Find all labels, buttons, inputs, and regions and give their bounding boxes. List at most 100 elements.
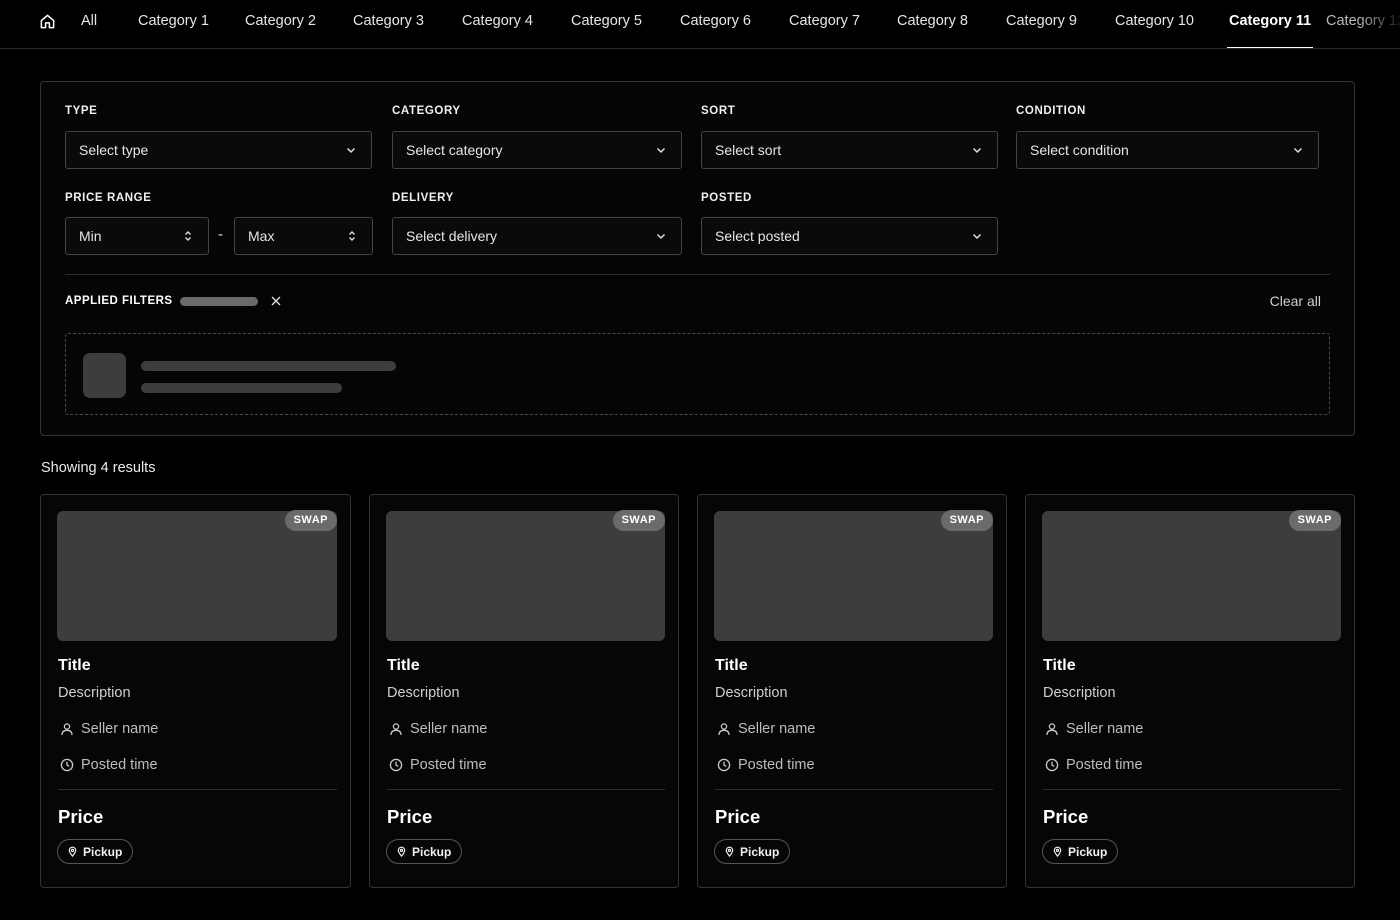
tab-category-7[interactable]: Category 7 — [789, 0, 860, 48]
home-button[interactable] — [38, 12, 56, 30]
posted-time: Posted time — [81, 757, 158, 773]
filter-divider — [65, 274, 1330, 275]
listing-title[interactable]: Title — [1043, 657, 1076, 675]
seller-name: Seller name — [1066, 721, 1144, 737]
sort-label: SORT — [701, 105, 736, 117]
clock-icon — [717, 758, 731, 772]
filter-panel: TYPE Select type CATEGORY Select categor… — [40, 81, 1355, 436]
posted-select-value: Select posted — [715, 228, 800, 244]
tab-category-10[interactable]: Category 10 — [1115, 0, 1194, 48]
seller-name: Seller name — [81, 721, 159, 737]
delivery-method: Pickup — [1068, 844, 1108, 859]
listing-price: Price — [387, 806, 433, 827]
tab-category-1[interactable]: Category 1 — [138, 0, 209, 48]
listing-price: Price — [715, 806, 761, 827]
posted-row: Posted time — [389, 757, 487, 773]
pickup-tag: Pickup — [386, 839, 463, 864]
price-range-label: PRICE RANGE — [65, 192, 152, 204]
saved-search-placeholder — [65, 333, 1330, 415]
listing-card[interactable]: SWAP Title Description Seller name Poste… — [369, 494, 679, 888]
category-select[interactable]: Select category — [392, 131, 682, 169]
posted-select[interactable]: Select posted — [701, 217, 998, 255]
clock-icon — [389, 758, 403, 772]
user-icon — [61, 723, 73, 736]
listing-title[interactable]: Title — [715, 657, 748, 675]
price-min-value: Min — [79, 228, 102, 244]
tab-category-5[interactable]: Category 5 — [571, 0, 642, 48]
price-min-input[interactable]: Min — [65, 217, 209, 255]
clear-all-button[interactable]: Clear all — [1270, 293, 1321, 309]
chevron-down-icon — [972, 147, 982, 154]
tab-category-3[interactable]: Category 3 — [353, 0, 424, 48]
listing-card[interactable]: SWAP Title Description Seller name Poste… — [1025, 494, 1355, 888]
posted-label: POSTED — [701, 192, 752, 204]
delivery-method: Pickup — [83, 844, 123, 859]
stepper-icon[interactable] — [182, 230, 194, 242]
results-count: Showing 4 results — [41, 460, 156, 476]
chevron-down-icon — [1293, 147, 1303, 154]
card-divider — [1043, 789, 1341, 790]
listing-description: Description — [387, 685, 460, 701]
delivery-label: DELIVERY — [392, 192, 454, 204]
applied-filters-label: APPLIED FILTERS — [65, 295, 173, 307]
pickup-tag: Pickup — [714, 839, 791, 864]
tab-category-6[interactable]: Category 6 — [680, 0, 751, 48]
applied-filter-chip[interactable] — [180, 297, 258, 306]
tab-category-2[interactable]: Category 2 — [245, 0, 316, 48]
seller-name: Seller name — [410, 721, 488, 737]
skeleton-thumbnail — [83, 353, 126, 398]
delivery-method: Pickup — [412, 844, 452, 859]
close-icon[interactable] — [269, 294, 283, 308]
clock-icon — [1045, 758, 1059, 772]
seller-name: Seller name — [738, 721, 816, 737]
type-select-value: Select type — [79, 142, 149, 158]
category-nav: All Category 1 Category 2 Category 3 Cat… — [0, 0, 1400, 49]
user-icon — [390, 723, 402, 736]
seller-row: Seller name — [717, 721, 815, 737]
card-divider — [387, 789, 665, 790]
pickup-tag: Pickup — [57, 839, 134, 864]
seller-row: Seller name — [1045, 721, 1143, 737]
user-icon — [1046, 723, 1058, 736]
swap-badge: SWAP — [940, 510, 993, 531]
listing-price: Price — [1043, 806, 1089, 827]
posted-row: Posted time — [60, 757, 158, 773]
swap-badge: SWAP — [284, 510, 337, 531]
posted-time: Posted time — [410, 757, 487, 773]
posted-row: Posted time — [1045, 757, 1143, 773]
skeleton-line — [141, 361, 396, 371]
seller-row: Seller name — [389, 721, 487, 737]
sort-select[interactable]: Select sort — [701, 131, 998, 169]
swap-badge: SWAP — [612, 510, 665, 531]
location-pin-icon — [397, 846, 406, 857]
stepper-icon[interactable] — [346, 230, 358, 242]
type-select[interactable]: Select type — [65, 131, 372, 169]
price-range-separator: - — [218, 226, 223, 243]
tab-category-12[interactable]: Category 12 — [1326, 0, 1400, 48]
condition-label: CONDITION — [1016, 105, 1086, 117]
skeleton-line — [141, 383, 342, 393]
seller-row: Seller name — [60, 721, 158, 737]
location-pin-icon — [1053, 846, 1062, 857]
delivery-select[interactable]: Select delivery — [392, 217, 682, 255]
listing-title[interactable]: Title — [387, 657, 420, 675]
condition-select[interactable]: Select condition — [1016, 131, 1319, 169]
user-icon — [718, 723, 730, 736]
category-label: CATEGORY — [392, 105, 461, 117]
posted-time: Posted time — [1066, 757, 1143, 773]
listing-description: Description — [1043, 685, 1116, 701]
listing-card[interactable]: SWAP Title Description Seller name Poste… — [40, 494, 351, 888]
tab-category-9[interactable]: Category 9 — [1006, 0, 1077, 48]
tab-category-8[interactable]: Category 8 — [897, 0, 968, 48]
tab-all[interactable]: All — [81, 0, 97, 48]
location-pin-icon — [725, 846, 734, 857]
home-icon — [40, 14, 54, 28]
tab-category-11[interactable]: Category 11 — [1226, 0, 1314, 48]
tab-category-4[interactable]: Category 4 — [462, 0, 533, 48]
condition-select-value: Select condition — [1030, 142, 1129, 158]
chevron-down-icon — [656, 233, 666, 240]
posted-row: Posted time — [717, 757, 815, 773]
listing-card[interactable]: SWAP Title Description Seller name Poste… — [697, 494, 1007, 888]
listing-title[interactable]: Title — [58, 657, 91, 675]
price-max-input[interactable]: Max — [234, 217, 373, 255]
